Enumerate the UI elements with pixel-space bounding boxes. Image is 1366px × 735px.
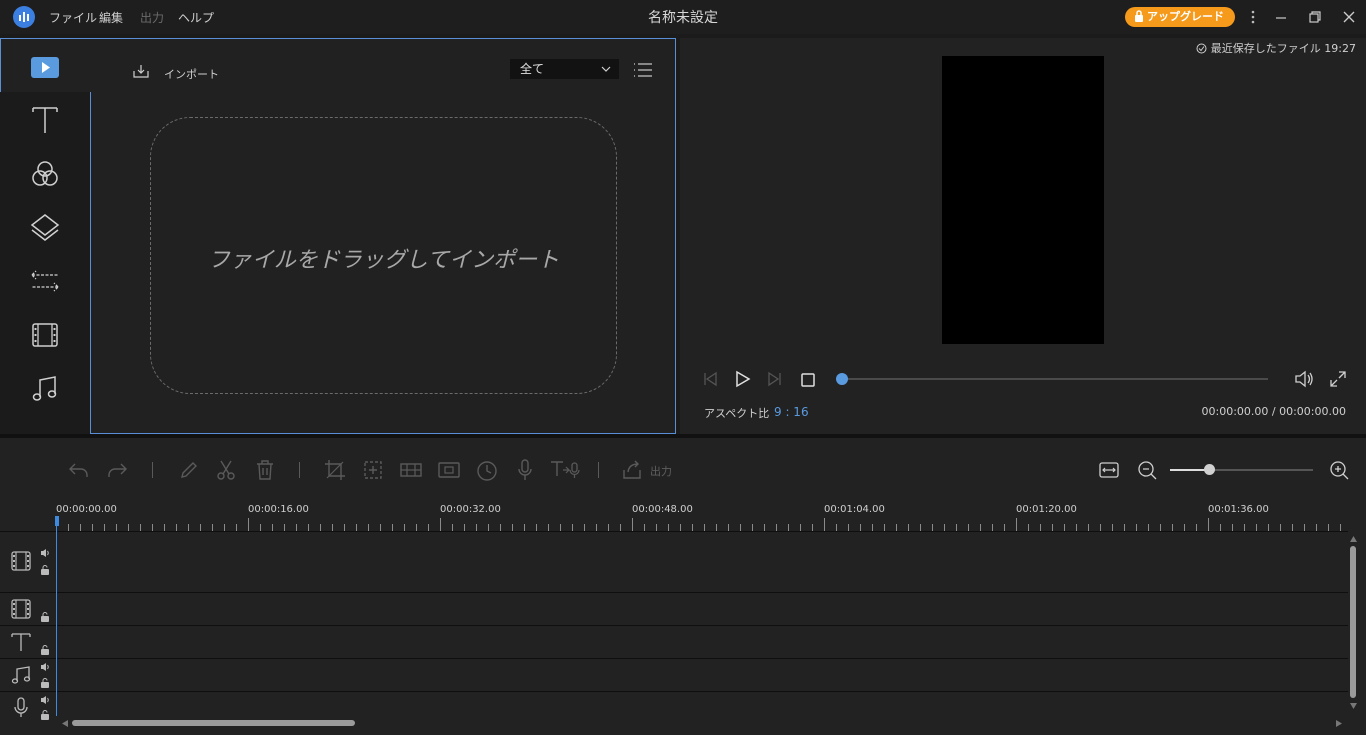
export-label[interactable]: 出力 bbox=[650, 463, 672, 479]
more-icon[interactable] bbox=[1244, 8, 1262, 26]
delete-icon[interactable] bbox=[253, 458, 277, 482]
ruler-tick-label: 00:00:16.00 bbox=[248, 504, 309, 515]
playback-progress-track[interactable] bbox=[842, 378, 1268, 380]
element-icon[interactable] bbox=[28, 318, 62, 352]
ruler-tick-label: 00:00:32.00 bbox=[440, 504, 501, 515]
toolbar-separator bbox=[152, 462, 153, 478]
zoom-crop-icon[interactable] bbox=[361, 458, 385, 482]
aspect-ratio-label: アスペクト比 bbox=[704, 407, 770, 420]
timeline-horizontal-scrollbar[interactable] bbox=[72, 720, 355, 726]
check-circle-icon bbox=[1196, 43, 1207, 54]
list-view-icon[interactable] bbox=[633, 62, 653, 78]
crop-icon[interactable] bbox=[323, 458, 347, 482]
freeze-icon[interactable] bbox=[437, 458, 461, 482]
timeline-vertical-scrollbar[interactable] bbox=[1350, 546, 1356, 698]
text-track[interactable] bbox=[0, 626, 1348, 659]
mosaic-icon[interactable] bbox=[399, 458, 423, 482]
media-filter-select[interactable]: 全て bbox=[510, 59, 619, 79]
scroll-left-icon[interactable] bbox=[62, 720, 68, 727]
ruler-tick-label: 00:00:00.00 bbox=[56, 504, 117, 515]
scroll-up-icon[interactable] bbox=[1350, 536, 1357, 542]
timeline-ruler[interactable] bbox=[56, 518, 1350, 531]
cut-icon[interactable] bbox=[214, 458, 238, 482]
toolbar-separator bbox=[598, 462, 599, 478]
aspect-ratio-value[interactable]: 9 : 16 bbox=[774, 405, 809, 419]
edit-icon[interactable] bbox=[177, 458, 201, 482]
fullscreen-icon[interactable] bbox=[1328, 369, 1348, 389]
text-to-speech-icon[interactable] bbox=[549, 458, 583, 482]
upgrade-button[interactable]: アップグレード bbox=[1125, 7, 1235, 27]
import-button[interactable]: インポート bbox=[164, 66, 219, 82]
upgrade-label: アップグレード bbox=[1147, 10, 1224, 23]
text-icon[interactable] bbox=[28, 103, 62, 137]
fit-timeline-icon[interactable] bbox=[1098, 459, 1120, 481]
redo-icon[interactable] bbox=[105, 458, 129, 482]
next-frame-icon[interactable] bbox=[764, 370, 784, 388]
volume-icon[interactable] bbox=[1293, 368, 1315, 390]
play-icon[interactable] bbox=[732, 369, 752, 389]
scroll-down-icon[interactable] bbox=[1350, 703, 1357, 709]
toolbar-separator bbox=[299, 462, 300, 478]
text-track-icon bbox=[10, 631, 32, 653]
playback-progress-thumb[interactable] bbox=[836, 373, 848, 385]
lock-icon[interactable] bbox=[40, 678, 50, 688]
chevron-down-icon bbox=[601, 65, 611, 73]
video-track[interactable] bbox=[0, 531, 1348, 593]
video-preview bbox=[942, 56, 1104, 344]
music-icon[interactable] bbox=[28, 372, 62, 406]
undo-icon[interactable] bbox=[67, 458, 91, 482]
speaker-icon[interactable] bbox=[40, 695, 50, 705]
scroll-right-icon[interactable] bbox=[1336, 720, 1342, 727]
minimize-icon[interactable] bbox=[1272, 8, 1290, 26]
speed-icon[interactable] bbox=[475, 458, 499, 482]
zoom-in-icon[interactable] bbox=[1328, 459, 1350, 481]
lock-icon[interactable] bbox=[40, 612, 50, 622]
stop-icon[interactable] bbox=[800, 372, 816, 388]
playhead[interactable] bbox=[56, 516, 57, 716]
export-icon[interactable] bbox=[620, 458, 644, 482]
lock-icon[interactable] bbox=[40, 645, 50, 655]
voice-track[interactable] bbox=[0, 692, 1348, 718]
overlay-track[interactable] bbox=[0, 593, 1348, 626]
zoom-out-icon[interactable] bbox=[1136, 459, 1158, 481]
speaker-icon[interactable] bbox=[40, 548, 50, 558]
ruler-tick-label: 00:01:04.00 bbox=[824, 504, 885, 515]
close-icon[interactable] bbox=[1340, 8, 1358, 26]
drop-zone-text: ファイルをドラッグしてインポート bbox=[207, 248, 560, 273]
filter-icon[interactable] bbox=[28, 157, 62, 191]
lock-icon[interactable] bbox=[40, 710, 50, 720]
prev-frame-icon[interactable] bbox=[701, 370, 721, 388]
import-icon[interactable] bbox=[132, 63, 150, 79]
zoom-slider-thumb[interactable] bbox=[1204, 464, 1215, 475]
last-saved-status: 最近保存したファイル 19:27 bbox=[1196, 40, 1356, 56]
voiceover-icon[interactable] bbox=[513, 458, 537, 482]
video-track-icon bbox=[10, 550, 32, 572]
media-filter-value: 全て bbox=[520, 62, 545, 76]
voice-track-icon bbox=[10, 697, 32, 719]
ruler-tick-label: 00:01:36.00 bbox=[1208, 504, 1269, 515]
media-icon[interactable] bbox=[28, 50, 62, 84]
ruler-tick-label: 00:00:48.00 bbox=[632, 504, 693, 515]
playhead-handle[interactable] bbox=[55, 516, 59, 526]
music-track-icon bbox=[10, 664, 32, 686]
speaker-icon[interactable] bbox=[40, 662, 50, 672]
restore-icon[interactable] bbox=[1306, 8, 1324, 26]
lock-icon bbox=[1134, 10, 1144, 23]
music-track[interactable] bbox=[0, 659, 1348, 692]
transition-icon[interactable] bbox=[28, 264, 62, 298]
lock-icon[interactable] bbox=[40, 565, 50, 575]
overlay-track-icon bbox=[10, 598, 32, 620]
overlay-icon[interactable] bbox=[28, 210, 62, 244]
last-saved-text: 最近保存したファイル 19:27 bbox=[1210, 42, 1356, 55]
playback-time-readout: 00:00:00.00 / 00:00:00.00 bbox=[1201, 405, 1347, 418]
ruler-tick-label: 00:01:20.00 bbox=[1016, 504, 1077, 515]
